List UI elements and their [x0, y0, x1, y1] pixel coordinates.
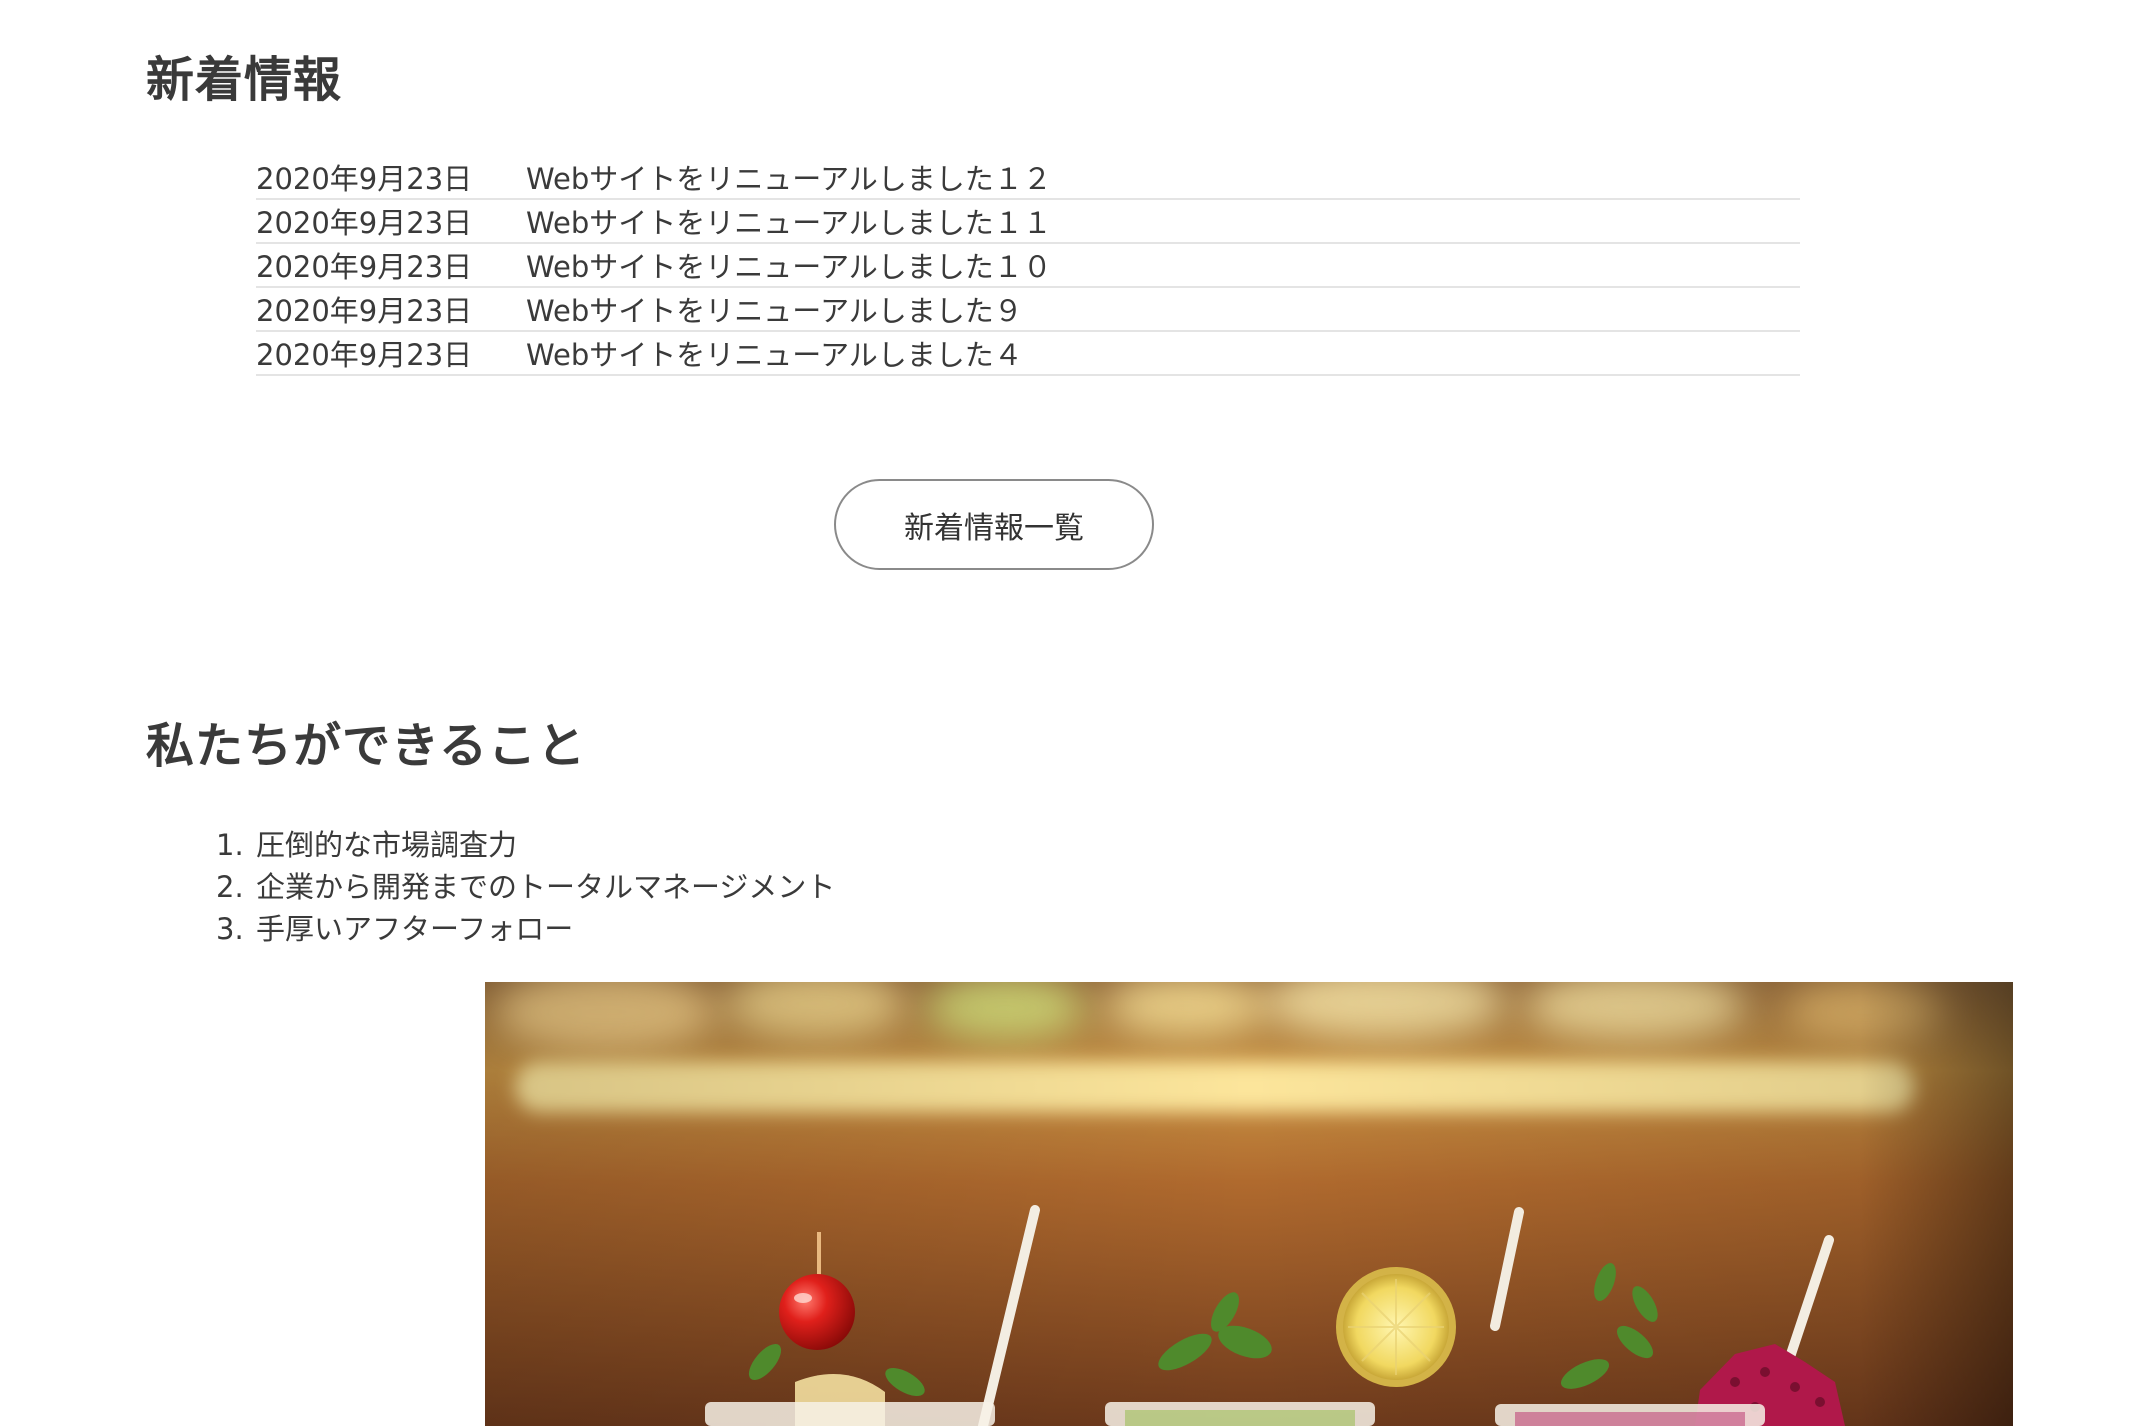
services-list: 1. 圧倒的な市場調査力 2. 企業から開発までのトータルマネージメント 3. 手厚い… [216, 824, 835, 950]
service-item-number: 3. [216, 912, 244, 946]
news-date: 2020年9月23日 [256, 206, 473, 240]
service-item-label: 手厚いアフターフォロー [256, 912, 574, 946]
news-link[interactable]: Webサイトをリニューアルしました９ [526, 288, 1800, 330]
news-link[interactable]: Webサイトをリニューアルしました１１ [526, 200, 1800, 242]
news-item[interactable]: 2020年9月23日 Webサイトをリニューアルしました９ [256, 288, 1800, 332]
service-item-number: 1. [216, 828, 244, 862]
services-section-title: 私たちができること [146, 718, 587, 774]
news-item[interactable]: 2020年9月23日 Webサイトをリニューアルしました１０ [256, 244, 1800, 288]
news-date: 2020年9月23日 [256, 294, 473, 328]
news-date: 2020年9月23日 [256, 162, 473, 196]
news-section-title: 新着情報 [146, 52, 343, 108]
service-item-label: 企業から開発までのトータルマネージメント [256, 870, 836, 904]
news-date: 2020年9月23日 [256, 338, 473, 372]
news-link[interactable]: Webサイトをリニューアルしました１２ [526, 156, 1800, 198]
service-item: 2. 企業から開発までのトータルマネージメント [216, 866, 835, 908]
service-item: 1. 圧倒的な市場調査力 [216, 824, 835, 866]
cocktails-illustration [485, 982, 2013, 1426]
service-item-number: 2. [216, 870, 244, 904]
news-item[interactable]: 2020年9月23日 Webサイトをリニューアルしました１２ [256, 156, 1800, 200]
news-list-button[interactable]: 新着情報一覧 [834, 479, 1154, 570]
service-item-label: 圧倒的な市場調査力 [256, 828, 518, 862]
cocktails-photo [485, 982, 2013, 1426]
service-item: 3. 手厚いアフターフォロー [216, 908, 835, 950]
news-list: 2020年9月23日 Webサイトをリニューアルしました１２ 2020年9月23… [256, 156, 1800, 376]
news-link[interactable]: Webサイトをリニューアルしました４ [526, 332, 1800, 374]
news-item[interactable]: 2020年9月23日 Webサイトをリニューアルしました４ [256, 332, 1800, 376]
news-link[interactable]: Webサイトをリニューアルしました１０ [526, 244, 1800, 286]
news-date: 2020年9月23日 [256, 250, 473, 284]
news-item[interactable]: 2020年9月23日 Webサイトをリニューアルしました１１ [256, 200, 1800, 244]
